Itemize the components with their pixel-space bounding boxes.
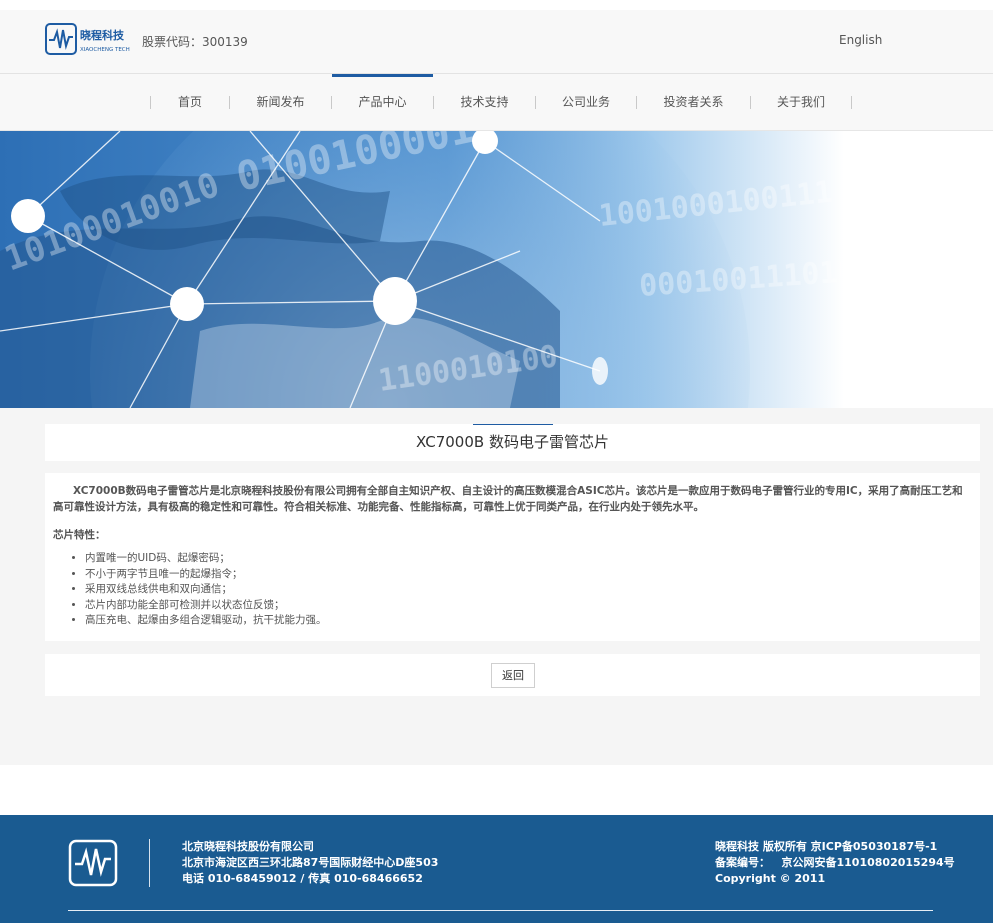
nav-item-about[interactable]: 关于我们 <box>751 74 851 131</box>
features-list: 内置唯一的UID码、起爆密码； 不小于两字节且唯一的起爆指令； 采用双线总线供电… <box>53 551 972 629</box>
features-heading: 芯片特性： <box>53 529 106 541</box>
footer-legal: 晓程科技 版权所有 京ICP备05030187号-1 备案编号： 京公网安备11… <box>715 839 955 887</box>
nav-item-business[interactable]: 公司业务 <box>536 74 636 131</box>
back-button[interactable]: 返回 <box>491 663 535 688</box>
footer-icp: 晓程科技 版权所有 京ICP备05030187号-1 <box>715 840 938 853</box>
nav-item-home[interactable]: 首页 <box>151 74 229 131</box>
nav-item-news[interactable]: 新闻发布 <box>230 74 331 131</box>
title-accent-line <box>473 424 553 425</box>
list-item: 采用双线总线供电和双向通信； <box>85 582 972 598</box>
footer-logo <box>68 839 118 887</box>
footer-contact: 北京晓程科技股份有限公司 北京市海淀区西三环北路87号国际财经中心D座503 电… <box>182 839 438 887</box>
product-title-box: XC7000B 数码电子雷管芯片 <box>45 424 980 461</box>
footer-wave-icon <box>68 839 118 887</box>
page-title: XC7000B 数码电子雷管芯片 <box>416 433 609 451</box>
footer-company: 北京晓程科技股份有限公司 <box>182 840 314 853</box>
spacer-strip <box>0 765 993 815</box>
nav-item-products[interactable]: 产品中心 <box>332 74 433 131</box>
main-nav: 首页 新闻发布 产品中心 技术支持 公司业务 投资者关系 关于我们 <box>0 74 993 131</box>
footer-bottom-line <box>68 910 933 911</box>
logo-wave-icon: 晓程科技 XIAOCHENG TECH <box>45 23 130 55</box>
footer-copyright: Copyright © 2011 <box>715 872 826 885</box>
english-link[interactable]: English <box>839 33 882 47</box>
footer-beian: 备案编号： 京公网安备11010802015294号 <box>715 856 955 869</box>
site-header: 晓程科技 XIAOCHENG TECH 股票代码：300139 English <box>0 10 993 74</box>
top-strip <box>0 0 993 10</box>
footer-phone: 电话 010-68459012 / 传真 010-68466652 <box>182 872 423 885</box>
list-item: 芯片内部功能全部可检测并以状态位反馈； <box>85 598 972 614</box>
logo[interactable]: 晓程科技 XIAOCHENG TECH <box>45 23 135 57</box>
list-item: 内置唯一的UID码、起爆密码； <box>85 551 972 567</box>
list-item: 高压充电、起爆由多组合逻辑驱动，抗干扰能力强。 <box>85 613 972 629</box>
nav-separator <box>851 96 852 109</box>
product-intro: XC7000B数码电子雷管芯片是北京晓程科技股份有限公司拥有全部自主知识产权、自… <box>53 485 963 513</box>
stock-code: 股票代码：300139 <box>142 35 248 49</box>
product-description: XC7000B数码电子雷管芯片是北京晓程科技股份有限公司拥有全部自主知识产权、自… <box>45 473 980 641</box>
logo-cn-text: 晓程科技 <box>80 28 125 42</box>
footer-divider <box>149 839 150 887</box>
site-footer: 北京晓程科技股份有限公司 北京市海淀区西三环北路87号国际财经中心D座503 电… <box>0 815 993 923</box>
globe-network-illustration: 01001000010 1001000100111 0001001110101 … <box>0 131 993 408</box>
banner-image: 01001000010 1001000100111 0001001110101 … <box>0 131 993 408</box>
nav-item-investors[interactable]: 投资者关系 <box>637 74 750 131</box>
list-item: 不小于两字节且唯一的起爆指令； <box>85 567 972 583</box>
nav-item-support[interactable]: 技术支持 <box>434 74 535 131</box>
logo-en-text: XIAOCHENG TECH <box>80 47 130 53</box>
back-box: 返回 <box>45 654 980 696</box>
footer-address: 北京市海淀区西三环北路87号国际财经中心D座503 <box>182 856 439 869</box>
